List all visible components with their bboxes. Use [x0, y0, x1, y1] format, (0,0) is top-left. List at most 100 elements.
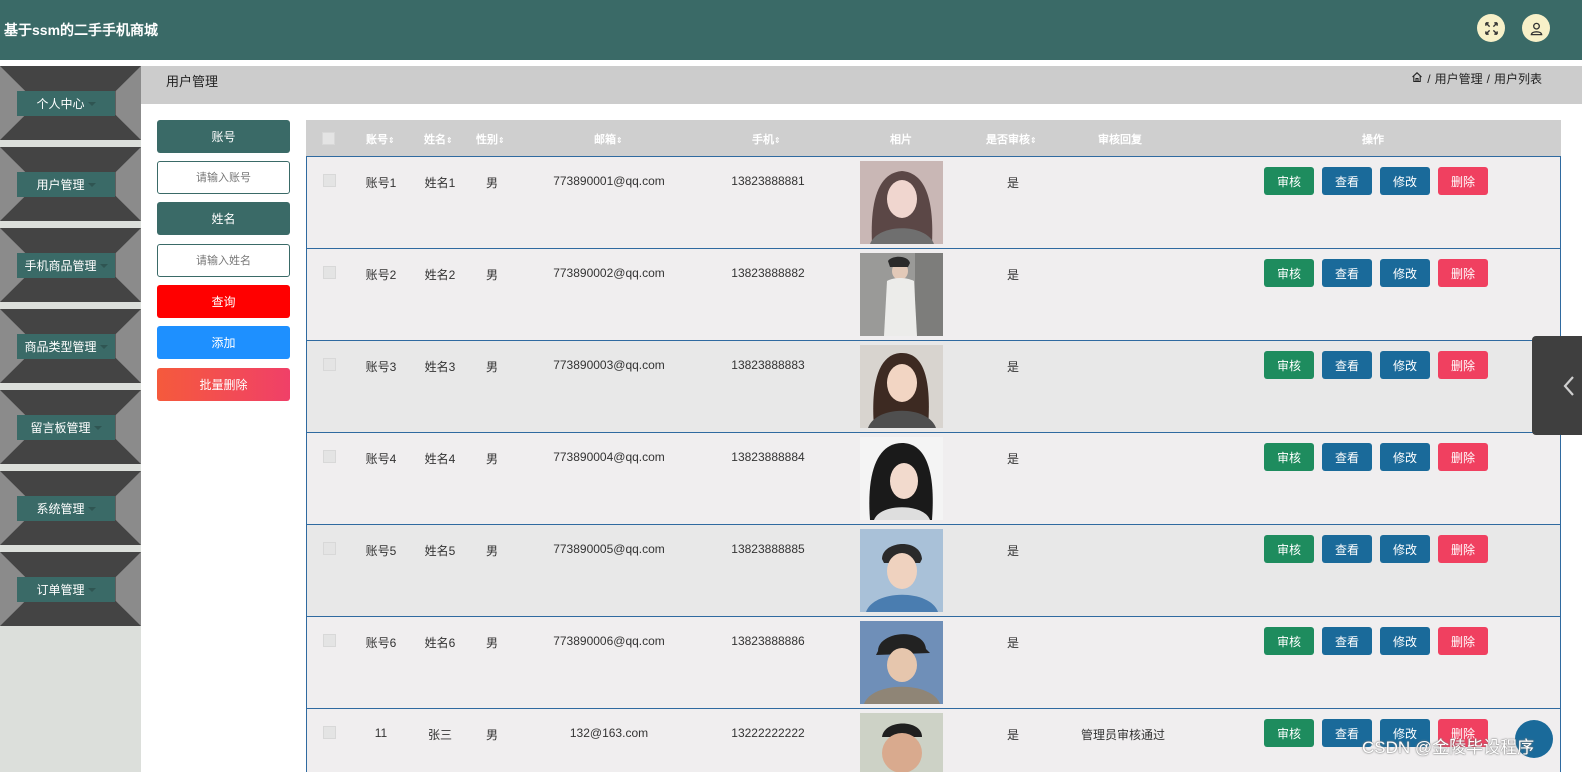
sidebar-item-system[interactable]: 系统管理	[0, 471, 141, 545]
edit-button[interactable]: 修改	[1380, 259, 1430, 287]
edit-button[interactable]: 修改	[1380, 167, 1430, 195]
audit-button[interactable]: 审核	[1264, 627, 1314, 655]
view-button[interactable]: 查看	[1322, 259, 1372, 287]
row-checkbox[interactable]	[323, 358, 336, 371]
name-input[interactable]	[157, 244, 290, 277]
sort-icon[interactable]: ⇕	[616, 136, 623, 145]
cell-account: 账号2	[365, 268, 397, 282]
sidebar-item-label: 商品类型管理	[24, 340, 97, 354]
col-gender[interactable]: 性别⇕	[476, 131, 505, 147]
col-audited[interactable]: 是否审核⇕	[986, 131, 1037, 147]
sidebar-item-product-types[interactable]: 商品类型管理	[0, 309, 141, 383]
col-account[interactable]: 账号⇕	[366, 131, 395, 147]
audit-button[interactable]: 审核	[1264, 259, 1314, 287]
add-button[interactable]: 添加	[157, 326, 290, 359]
sort-icon[interactable]: ⇕	[388, 136, 395, 145]
delete-button[interactable]: 删除	[1438, 443, 1488, 471]
main-content: 用户管理 / 用户管理 / 用户列表 账号 姓名 查询 添加 批量删除 账号⇕ …	[141, 66, 1582, 772]
sidebar-item-phone-products[interactable]: 手机商品管理	[0, 228, 141, 302]
delete-button[interactable]: 删除	[1438, 259, 1488, 287]
delete-button[interactable]: 删除	[1438, 167, 1488, 195]
cell-email: 773890001@qq.com	[553, 174, 665, 188]
sidebar-item-user-management[interactable]: 用户管理	[0, 147, 141, 221]
audit-button[interactable]: 审核	[1264, 443, 1314, 471]
edit-button[interactable]: 修改	[1380, 351, 1430, 379]
audit-button[interactable]: 审核	[1264, 351, 1314, 379]
caret-down-icon	[87, 506, 96, 511]
table-row: 账号5 姓名5 男 773890005@qq.com 13823888885 是…	[306, 525, 1561, 617]
col-photo: 相片	[890, 134, 912, 146]
row-checkbox[interactable]	[323, 266, 336, 279]
table-row: 账号3 姓名3 男 773890003@qq.com 13823888883 是…	[306, 341, 1561, 433]
delete-button[interactable]: 删除	[1438, 351, 1488, 379]
edit-button[interactable]: 修改	[1380, 627, 1430, 655]
row-checkbox[interactable]	[323, 634, 336, 647]
home-icon[interactable]	[1411, 71, 1423, 86]
sidebar-item-personal-center[interactable]: 个人中心	[0, 66, 141, 140]
table-header: 账号⇕ 姓名⇕ 性别⇕ 邮箱⇕ 手机⇕ 相片 是否审核⇕ 审核回复 操作	[306, 120, 1561, 156]
cell-account: 11	[374, 726, 388, 740]
cell-name: 姓名2	[424, 268, 456, 282]
breadcrumb-separator: /	[1486, 71, 1490, 86]
row-checkbox[interactable]	[323, 174, 336, 187]
view-button[interactable]: 查看	[1322, 167, 1372, 195]
breadcrumb-level1[interactable]: 用户管理	[1435, 70, 1483, 87]
query-button[interactable]: 查询	[157, 285, 290, 318]
sort-icon[interactable]: ⇕	[446, 136, 453, 145]
delete-button[interactable]: 删除	[1438, 535, 1488, 563]
delete-button[interactable]: 删除	[1438, 627, 1488, 655]
side-panel-toggle[interactable]	[1532, 336, 1582, 435]
view-button[interactable]: 查看	[1322, 535, 1372, 563]
cell-email: 773890005@qq.com	[553, 542, 665, 556]
caret-down-icon	[93, 425, 102, 430]
col-reply: 审核回复	[1098, 134, 1142, 146]
sidebar: 个人中心 用户管理 手机商品管理 商品类型管理 留言板管理 系统管理 订单管理	[0, 66, 141, 772]
view-button[interactable]: 查看	[1322, 351, 1372, 379]
cell-account: 账号4	[365, 452, 397, 466]
view-button[interactable]: 查看	[1322, 443, 1372, 471]
col-phone[interactable]: 手机⇕	[752, 131, 781, 147]
user-avatar-icon[interactable]	[1522, 14, 1550, 42]
cell-audited: 是	[1006, 636, 1020, 650]
cell-phone: 13823888881	[731, 174, 805, 188]
breadcrumb-bar: 用户管理 / 用户管理 / 用户列表	[141, 66, 1582, 104]
caret-down-icon	[99, 344, 108, 349]
breadcrumb: / 用户管理 / 用户列表	[1411, 70, 1542, 87]
cell-name: 姓名3	[424, 360, 456, 374]
breadcrumb-separator: /	[1427, 71, 1431, 86]
sort-icon[interactable]: ⇕	[498, 136, 505, 145]
select-all-checkbox[interactable]	[322, 132, 335, 145]
row-checkbox[interactable]	[323, 450, 336, 463]
sort-icon[interactable]: ⇕	[774, 136, 781, 145]
edit-button[interactable]: 修改	[1380, 443, 1430, 471]
cell-phone: 13823888882	[731, 266, 805, 280]
table-row: 账号2 姓名2 男 773890002@qq.com 13823888882 是…	[306, 249, 1561, 341]
sidebar-item-message-board[interactable]: 留言板管理	[0, 390, 141, 464]
caret-down-icon	[99, 263, 108, 268]
sidebar-item-label: 手机商品管理	[24, 259, 97, 273]
page-title: 用户管理	[166, 74, 219, 89]
batch-delete-button[interactable]: 批量删除	[157, 368, 290, 401]
col-email[interactable]: 邮箱⇕	[594, 131, 623, 147]
cell-gender: 男	[485, 360, 499, 374]
cell-gender: 男	[485, 544, 499, 558]
audit-button[interactable]: 审核	[1264, 167, 1314, 195]
col-name[interactable]: 姓名⇕	[424, 131, 453, 147]
cell-email: 132@163.com	[569, 726, 649, 740]
sidebar-item-label: 用户管理	[36, 178, 85, 192]
account-input[interactable]	[157, 161, 290, 194]
sidebar-item-orders[interactable]: 订单管理	[0, 552, 141, 626]
cell-gender: 男	[485, 728, 499, 742]
fullscreen-icon[interactable]	[1477, 14, 1505, 42]
edit-button[interactable]: 修改	[1380, 535, 1430, 563]
table-row: 账号6 姓名6 男 773890006@qq.com 13823888886 是…	[306, 617, 1561, 709]
cell-account: 账号3	[365, 360, 397, 374]
sort-icon[interactable]: ⇕	[1030, 136, 1037, 145]
row-checkbox[interactable]	[323, 726, 336, 739]
row-checkbox[interactable]	[323, 542, 336, 555]
audit-button[interactable]: 审核	[1264, 719, 1314, 747]
audit-button[interactable]: 审核	[1264, 535, 1314, 563]
view-button[interactable]: 查看	[1322, 627, 1372, 655]
cell-email: 773890002@qq.com	[553, 266, 665, 280]
watermark: CSDN @金陵毕设程序	[1362, 738, 1535, 757]
